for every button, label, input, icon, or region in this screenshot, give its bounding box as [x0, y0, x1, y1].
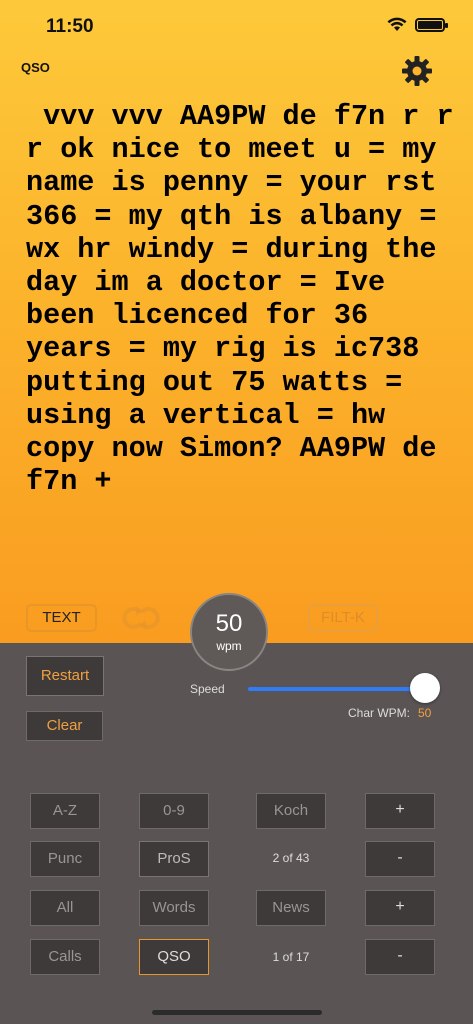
speed-slider-thumb[interactable] — [410, 673, 440, 703]
koch-minus-button[interactable]: - — [365, 841, 435, 877]
wifi-icon — [387, 17, 407, 31]
speed-slider-track[interactable] — [248, 687, 425, 691]
news-button[interactable]: News — [256, 890, 326, 926]
status-time: 11:50 — [46, 16, 94, 37]
battery-icon — [415, 17, 448, 32]
qso-plus-button[interactable]: + — [365, 890, 435, 926]
char-wpm-label: Char WPM: — [348, 706, 411, 720]
qso-counter: 1 of 17 — [272, 950, 310, 964]
home-indicator — [152, 1010, 322, 1015]
wpm-value: 50 — [215, 610, 243, 637]
words-button[interactable]: Words — [139, 890, 209, 926]
wpm-dial[interactable]: 50 wpm — [190, 593, 268, 671]
digits-button[interactable]: 0-9 — [139, 793, 209, 829]
koch-plus-button[interactable]: + — [365, 793, 435, 829]
char-wpm-value: 50 — [418, 706, 432, 720]
status-icons — [387, 17, 448, 32]
az-button[interactable]: A-Z — [30, 793, 100, 829]
gear-icon[interactable] — [401, 55, 433, 87]
clear-button[interactable]: Clear — [26, 711, 103, 741]
mode-label: QSO — [21, 60, 50, 75]
koch-button[interactable]: Koch — [256, 793, 326, 829]
punc-button[interactable]: Punc — [30, 841, 100, 877]
morse-message-text: vvv vvv AA9PW de f7n r r r ok nice to me… — [26, 100, 471, 499]
repeat-icon[interactable] — [117, 601, 165, 635]
text-toggle-button[interactable]: TEXT — [26, 604, 97, 632]
message-area: 11:50 QSO vvv vvv AA9PW de f7n r r r ok … — [0, 0, 473, 643]
wpm-unit: wpm — [216, 639, 242, 653]
speed-label: Speed — [190, 682, 225, 696]
qso-minus-button[interactable]: - — [365, 939, 435, 975]
filter-button[interactable]: FILT-K — [308, 604, 378, 632]
qso-button[interactable]: QSO — [139, 939, 209, 975]
all-button[interactable]: All — [30, 890, 100, 926]
koch-counter: 2 of 43 — [272, 851, 310, 865]
pros-button[interactable]: ProS — [139, 841, 209, 877]
restart-button[interactable]: Restart — [26, 656, 104, 696]
calls-button[interactable]: Calls — [30, 939, 100, 975]
